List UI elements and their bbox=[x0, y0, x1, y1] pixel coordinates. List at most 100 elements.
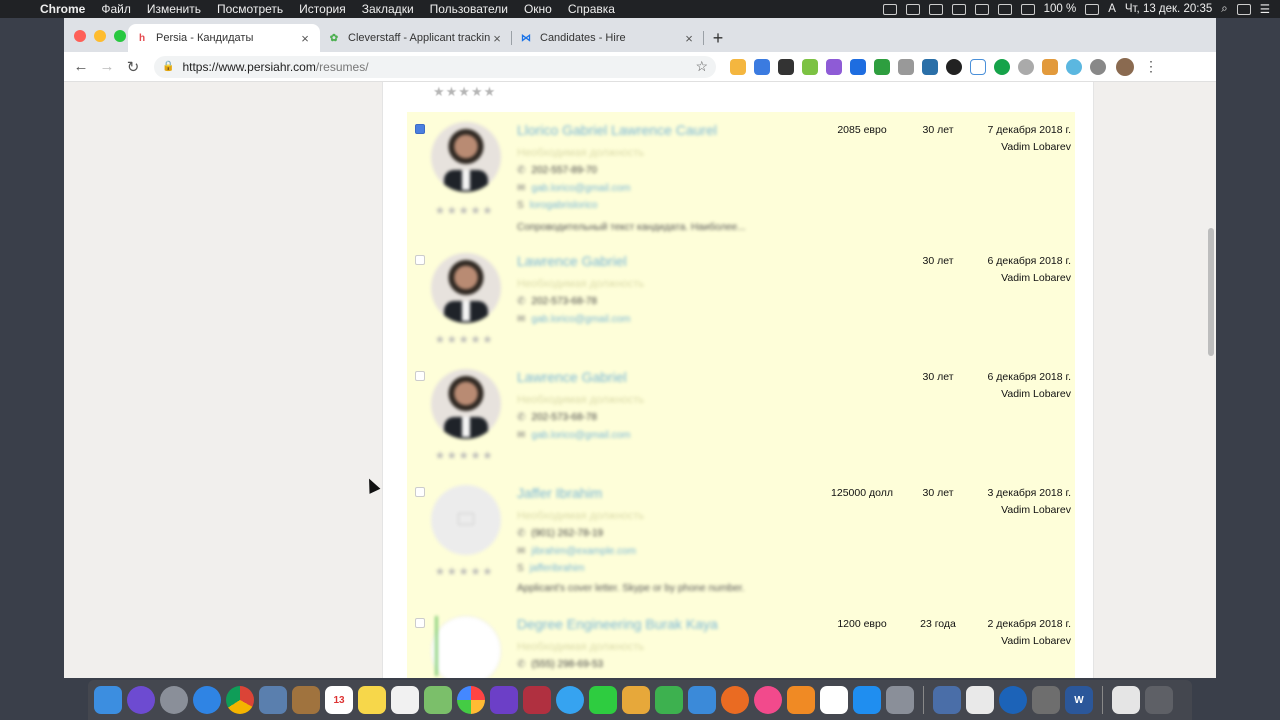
candidate-row[interactable]: ★★★★★ Lawrence Gabriel Необходимая должн… bbox=[407, 359, 1075, 475]
keynote-icon[interactable] bbox=[688, 686, 716, 714]
extension-translate-icon[interactable] bbox=[754, 58, 770, 75]
extension-circle-icon[interactable] bbox=[1018, 58, 1034, 75]
battery-percent[interactable]: 100 % bbox=[1044, 3, 1077, 15]
candidate-name-link[interactable]: Jaffer Ibrahim bbox=[517, 485, 602, 501]
numbers-icon[interactable] bbox=[655, 686, 683, 714]
menubar-clock[interactable]: Чт, 13 дек. 20:35 bbox=[1125, 3, 1212, 15]
menu-bookmarks[interactable]: Закладки bbox=[354, 2, 422, 16]
finder-icon[interactable] bbox=[94, 686, 122, 714]
imovie-star-icon[interactable] bbox=[490, 686, 518, 714]
reload-icon[interactable]: ↻ bbox=[120, 58, 146, 76]
candidate-email[interactable]: ✉ gab.lorico@gmail.com bbox=[517, 183, 630, 194]
candidate-row[interactable]: ★★★★★ Lawrence Gabriel Необходимая должн… bbox=[407, 243, 1075, 359]
extension-pen-icon[interactable] bbox=[826, 58, 842, 75]
candidate-email[interactable]: ✉ gab.lorico@gmail.com bbox=[517, 430, 630, 441]
maps-icon[interactable] bbox=[424, 686, 452, 714]
siri-icon[interactable] bbox=[1236, 3, 1251, 15]
address-bar[interactable]: 🔒 https://www.persiahr.com /resumes/ ☆ bbox=[154, 55, 716, 78]
close-tab-icon[interactable]: × bbox=[490, 31, 504, 46]
new-tab-button[interactable]: + bbox=[704, 24, 732, 52]
notes-book-icon[interactable] bbox=[292, 686, 320, 714]
candidate-name-link[interactable]: Lawrence Gabriel bbox=[517, 369, 627, 385]
dropbox-icon[interactable] bbox=[928, 3, 943, 15]
messages-icon[interactable] bbox=[556, 686, 584, 714]
candidate-name-link[interactable]: Degree Engineering Burak Kaya bbox=[517, 616, 718, 632]
candidate-name-link[interactable]: Lawrence Gabriel bbox=[517, 253, 627, 269]
firefox-icon[interactable] bbox=[721, 686, 749, 714]
screen-record-icon[interactable] bbox=[882, 3, 897, 15]
itunes-icon[interactable] bbox=[754, 686, 782, 714]
calendar-icon[interactable]: 13 bbox=[325, 686, 353, 714]
chrome-icon[interactable] bbox=[226, 686, 254, 714]
chrome-menu-icon[interactable]: ⋮ bbox=[1144, 58, 1158, 75]
reminders-icon[interactable] bbox=[391, 686, 419, 714]
extension-grammarly-icon[interactable] bbox=[994, 58, 1010, 75]
candidate-photo[interactable] bbox=[431, 616, 501, 678]
candidate-row[interactable]: Degree Engineering Burak Kaya Необходима… bbox=[407, 606, 1075, 678]
extension-shield-icon[interactable] bbox=[778, 58, 794, 75]
word-icon[interactable]: W bbox=[1065, 686, 1093, 714]
candidate-checkbox[interactable] bbox=[415, 487, 425, 497]
extension-globe-blue-icon[interactable] bbox=[1066, 58, 1082, 75]
tab-persia[interactable]: h Persia - Кандидаты × bbox=[128, 24, 320, 52]
wifi-icon[interactable] bbox=[1020, 3, 1035, 15]
close-tab-icon[interactable]: × bbox=[298, 31, 312, 46]
notification-center-icon[interactable]: ☰ bbox=[1260, 2, 1270, 16]
launchpad-icon[interactable] bbox=[160, 686, 188, 714]
zoom-window-button[interactable] bbox=[114, 30, 126, 42]
cloud-icon[interactable] bbox=[974, 3, 989, 15]
vectorize-icon[interactable] bbox=[820, 686, 848, 714]
photos-icon[interactable] bbox=[457, 686, 485, 714]
display-icon[interactable] bbox=[951, 3, 966, 15]
preview-icon[interactable] bbox=[259, 686, 287, 714]
profile-avatar[interactable] bbox=[1116, 57, 1134, 76]
menu-help[interactable]: Справка bbox=[560, 2, 623, 16]
rating-stars[interactable]: ★★★★★ bbox=[435, 565, 494, 578]
ibooks-icon[interactable] bbox=[787, 686, 815, 714]
system-preferences-icon[interactable] bbox=[886, 686, 914, 714]
app-store-icon[interactable] bbox=[853, 686, 881, 714]
rating-stars[interactable]: ★★★★★ bbox=[435, 449, 494, 462]
extension-puzzle-icon[interactable] bbox=[730, 58, 746, 75]
extension-flag-icon[interactable] bbox=[874, 58, 890, 75]
candidate-name-link[interactable]: Llorico Gabriel Lawrence Caurel bbox=[517, 122, 717, 138]
pen-icon[interactable] bbox=[905, 3, 920, 15]
stickies-icon[interactable] bbox=[358, 686, 386, 714]
close-window-button[interactable] bbox=[74, 30, 86, 42]
candidate-checkbox[interactable] bbox=[415, 255, 425, 265]
candidate-checkbox[interactable] bbox=[415, 371, 425, 381]
extension-globe-icon[interactable] bbox=[1090, 58, 1106, 75]
menu-app-name[interactable]: Chrome bbox=[32, 2, 93, 16]
candidate-photo[interactable] bbox=[431, 253, 501, 323]
candidate-row[interactable]: ★★★★★ Jaffer Ibrahim Необходимая должнос… bbox=[407, 475, 1075, 606]
documents-stack-icon[interactable] bbox=[1112, 686, 1140, 714]
safari-icon[interactable] bbox=[193, 686, 221, 714]
tab-cleverstaff[interactable]: ✿ Cleverstaff - Applicant tracking × bbox=[320, 24, 512, 52]
bookmark-star-icon[interactable]: ☆ bbox=[695, 58, 708, 75]
candidate-skype[interactable]: Sjafferibrahim bbox=[517, 563, 585, 574]
minimize-window-button[interactable] bbox=[94, 30, 106, 42]
extension-code-icon[interactable] bbox=[898, 58, 914, 75]
menu-window[interactable]: Окно bbox=[516, 2, 560, 16]
spotlight-search-icon[interactable]: ⌕ bbox=[1221, 3, 1227, 16]
menu-file[interactable]: Файл bbox=[93, 2, 139, 16]
photo-booth-icon[interactable] bbox=[523, 686, 551, 714]
extension-photos-icon[interactable] bbox=[1042, 58, 1058, 75]
extension-dropbox-icon[interactable] bbox=[850, 58, 866, 75]
screenshot-icon[interactable] bbox=[933, 686, 961, 714]
menu-edit[interactable]: Изменить bbox=[139, 2, 209, 16]
extension-k-icon[interactable] bbox=[946, 58, 962, 75]
siri-icon[interactable] bbox=[127, 686, 155, 714]
candidate-skype[interactable]: Slorogabrislorico bbox=[517, 200, 597, 211]
candidate-checkbox[interactable] bbox=[415, 124, 425, 134]
bluetooth-icon[interactable] bbox=[997, 3, 1012, 15]
candidate-photo[interactable] bbox=[431, 122, 501, 192]
forward-arrow-icon[interactable]: → bbox=[94, 58, 120, 75]
back-arrow-icon[interactable]: ← bbox=[68, 58, 94, 75]
edge-icon[interactable] bbox=[999, 686, 1027, 714]
candidate-photo-placeholder[interactable] bbox=[431, 485, 501, 555]
tab-hire[interactable]: ⋈ Candidates - Hire × bbox=[512, 24, 704, 52]
candidate-row[interactable]: ★★★★★ Llorico Gabriel Lawrence Caurel Не… bbox=[407, 112, 1075, 243]
pages-icon[interactable] bbox=[622, 686, 650, 714]
battery-icon[interactable] bbox=[1085, 3, 1100, 15]
